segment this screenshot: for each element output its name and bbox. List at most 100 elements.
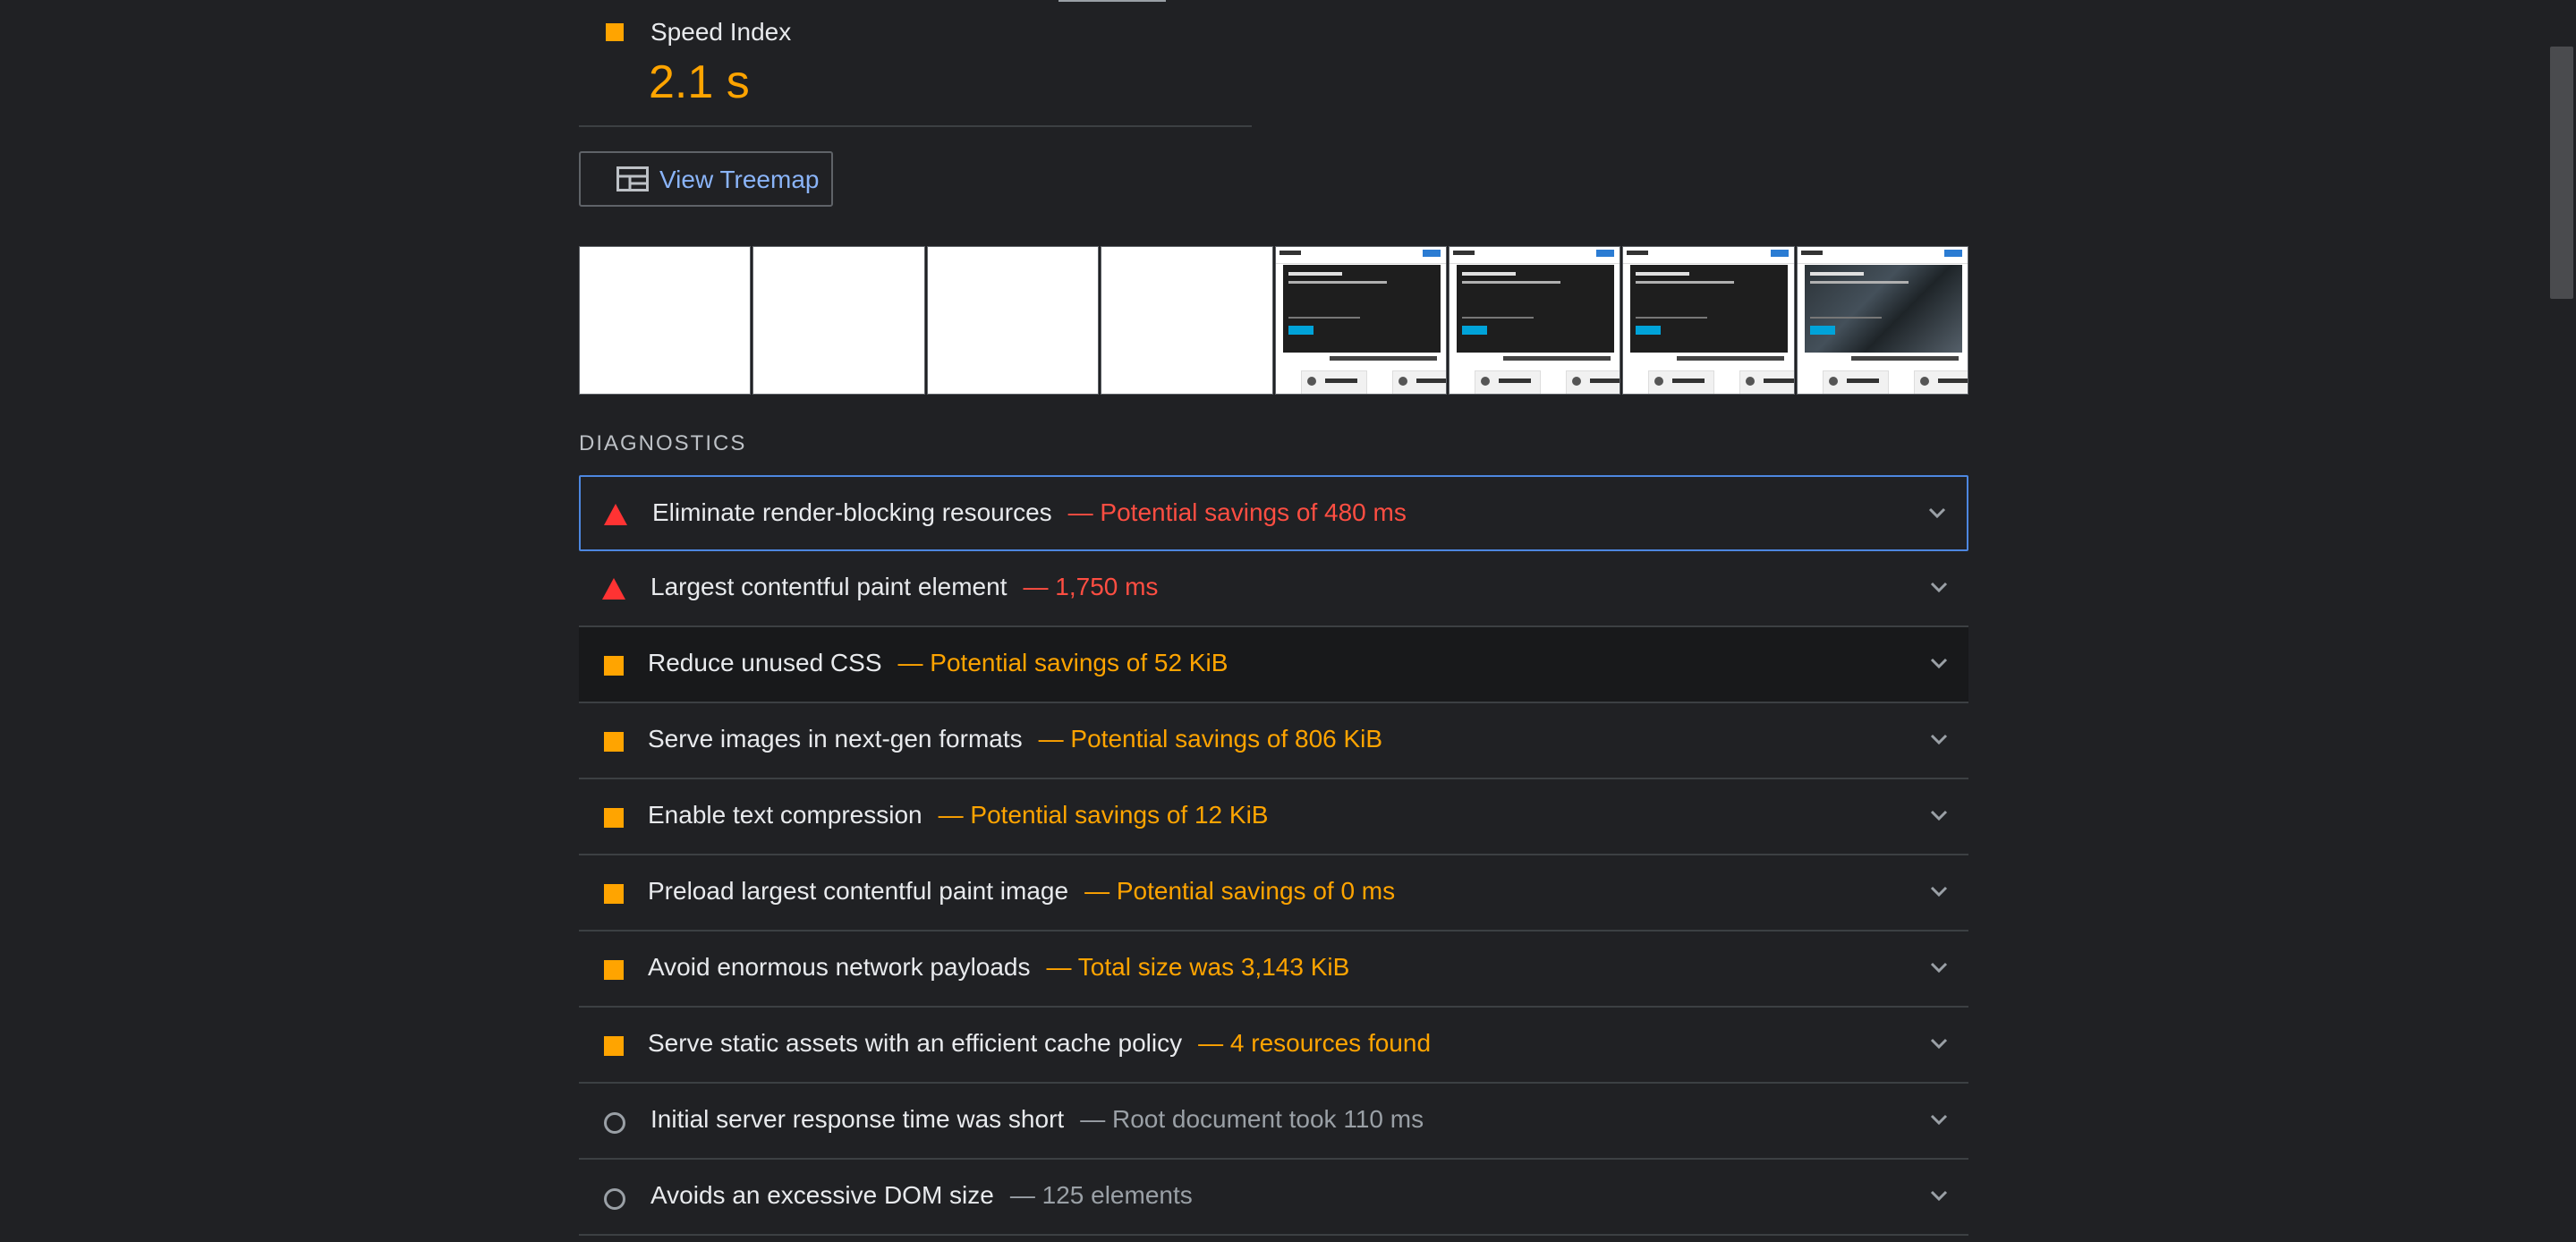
thumbnail-section-title — [1329, 356, 1437, 361]
orange-square-icon — [606, 23, 624, 41]
audit-row[interactable]: Avoids an excessive DOM size — 125 elemen… — [579, 1160, 1968, 1236]
orange-square-icon — [604, 808, 624, 828]
thumbnail-text — [1809, 317, 1882, 319]
filmstrip-frame — [926, 246, 1100, 395]
audit-detail: — 1,750 ms — [1023, 573, 1159, 600]
audit-row[interactable]: Eliminate render-blocking resources — Pot… — [579, 475, 1968, 551]
audit-title: Initial server response time was short — [650, 1105, 1065, 1133]
thumbnail-stars — [1416, 379, 1446, 383]
audit-row[interactable]: Preload largest contentful paint image — … — [579, 855, 1968, 932]
audit-text: Enable text compression — Potential savin… — [648, 801, 1268, 829]
audit-text: Serve static assets with an efficient ca… — [648, 1029, 1431, 1058]
thumbnail-subheading — [1809, 281, 1909, 284]
audit-detail: — Root document took 110 ms — [1080, 1105, 1424, 1133]
scrollbar-thumb[interactable] — [2550, 47, 2573, 299]
thumbnail-hero — [1282, 265, 1441, 353]
view-treemap-label: View Treemap — [659, 166, 820, 193]
speed-index-metric: Speed Index 2.1 s — [579, 0, 1252, 127]
orange-square-icon — [604, 960, 624, 980]
thumbnail-subheading — [1636, 281, 1735, 284]
thumbnail-review-card — [1648, 370, 1715, 394]
thumbnail-stars — [1764, 379, 1794, 383]
audit-row[interactable]: Reduce unused CSS — Potential savings of … — [579, 627, 1968, 703]
filmstrip-frame — [1448, 246, 1621, 395]
metric-value: 2.1 s — [649, 56, 750, 108]
filmstrip-frame — [1101, 246, 1273, 395]
audit-title: Preload largest contentful paint image — [648, 877, 1069, 905]
audit-detail: — Potential savings of 0 ms — [1084, 877, 1396, 905]
audit-detail: — 4 resources found — [1198, 1029, 1432, 1057]
thumbnail-avatar — [1919, 377, 1929, 386]
thumbnail-review-card — [1300, 370, 1367, 394]
chevron-down-icon[interactable] — [1929, 884, 1949, 898]
thumbnail-heading — [1809, 272, 1864, 276]
filmstrip-frame — [579, 246, 752, 395]
audit-detail: — Potential savings of 480 ms — [1067, 498, 1407, 526]
audit-row[interactable]: Serve static assets with an efficient ca… — [579, 1008, 1968, 1084]
thumbnail-stars — [1498, 379, 1531, 383]
orange-square-icon — [604, 732, 624, 752]
chevron-down-icon[interactable] — [1929, 808, 1949, 822]
filmstrip-frame — [1796, 246, 1968, 395]
lighthouse-report-page: Speed Index 2.1 s View Treemap DIAGNOSTI… — [0, 0, 2576, 1242]
audit-text: Avoid enormous network payloads — Total s… — [648, 953, 1349, 982]
thumbnail-stars — [1589, 379, 1620, 383]
gray-circle-icon — [604, 1188, 625, 1210]
thumbnail-text — [1461, 317, 1534, 319]
thumbnail-navbar — [1275, 247, 1446, 264]
thumbnail-heading — [1461, 272, 1516, 276]
thumbnail-section-title — [1502, 356, 1611, 361]
audit-row[interactable]: Largest contentful paint element — 1,750 … — [579, 551, 1968, 627]
audit-row[interactable]: Enable text compression — Potential savin… — [579, 779, 1968, 855]
chevron-down-icon[interactable] — [1929, 656, 1949, 670]
view-treemap-button[interactable]: View Treemap — [579, 151, 833, 207]
orange-square-icon — [604, 884, 624, 904]
audit-title: Largest contentful paint element — [650, 573, 1007, 600]
thumbnail-stars — [1937, 379, 1968, 383]
chevron-down-icon[interactable] — [1929, 960, 1949, 974]
thumbnail-avatar — [1571, 377, 1581, 386]
audit-detail: — Potential savings of 52 KiB — [897, 649, 1228, 676]
chevron-down-icon[interactable] — [1929, 1036, 1949, 1051]
thumbnail-avatar — [1398, 377, 1407, 386]
audit-title: Avoid enormous network payloads — [648, 953, 1031, 981]
thumbnail-review-card — [1474, 370, 1541, 394]
audit-text: Avoids an excessive DOM size — 125 elemen… — [650, 1181, 1193, 1210]
thumbnail-logo — [1279, 251, 1301, 255]
chevron-down-icon[interactable] — [1929, 1112, 1949, 1127]
thumbnail-stars — [1324, 379, 1357, 383]
thumbnail-stars — [1846, 379, 1879, 383]
thumbnail-section-title — [1677, 356, 1785, 361]
thumbnail-review-card — [1565, 370, 1620, 394]
thumbnail-navbar — [1623, 247, 1794, 264]
thumbnail-avatar — [1828, 377, 1838, 386]
thumbnail-review-card — [1913, 370, 1968, 394]
thumbnail-cta — [1461, 326, 1487, 335]
thumbnail-text — [1288, 317, 1360, 319]
audit-row[interactable]: Avoid enormous network payloads — Total s… — [579, 932, 1968, 1008]
audit-detail: — Potential savings of 12 KiB — [938, 801, 1269, 829]
thumbnail-stars — [1672, 379, 1705, 383]
chevron-down-icon[interactable] — [1927, 506, 1947, 520]
red-triangle-icon — [602, 578, 625, 600]
audit-title: Serve static assets with an efficient ca… — [648, 1029, 1183, 1057]
thumbnail-review-card — [1391, 370, 1446, 394]
thumbnail-logo — [1627, 251, 1649, 255]
thumbnail-nav-button — [1596, 250, 1615, 257]
thumbnail-avatar — [1480, 377, 1490, 386]
chevron-down-icon[interactable] — [1929, 1188, 1949, 1203]
audit-row[interactable]: Initial server response time was short — … — [579, 1084, 1968, 1160]
thumbnail-avatar — [1654, 377, 1664, 386]
thumbnail-nav-button — [1422, 250, 1441, 257]
audit-row[interactable]: Serve images in next-gen formats — Potent… — [579, 703, 1968, 779]
thumbnail-navbar — [1449, 247, 1620, 264]
chevron-down-icon[interactable] — [1929, 732, 1949, 746]
thumbnail-hero — [1630, 265, 1789, 353]
audit-text: Eliminate render-blocking resources — Pot… — [652, 498, 1407, 527]
thumbnail-hero — [1804, 265, 1962, 353]
chevron-down-icon[interactable] — [1929, 580, 1949, 594]
audit-detail: — Potential savings of 806 KiB — [1038, 725, 1383, 753]
audit-title: Reduce unused CSS — [648, 649, 882, 676]
thumbnail-avatar — [1746, 377, 1756, 386]
orange-square-icon — [604, 656, 624, 676]
